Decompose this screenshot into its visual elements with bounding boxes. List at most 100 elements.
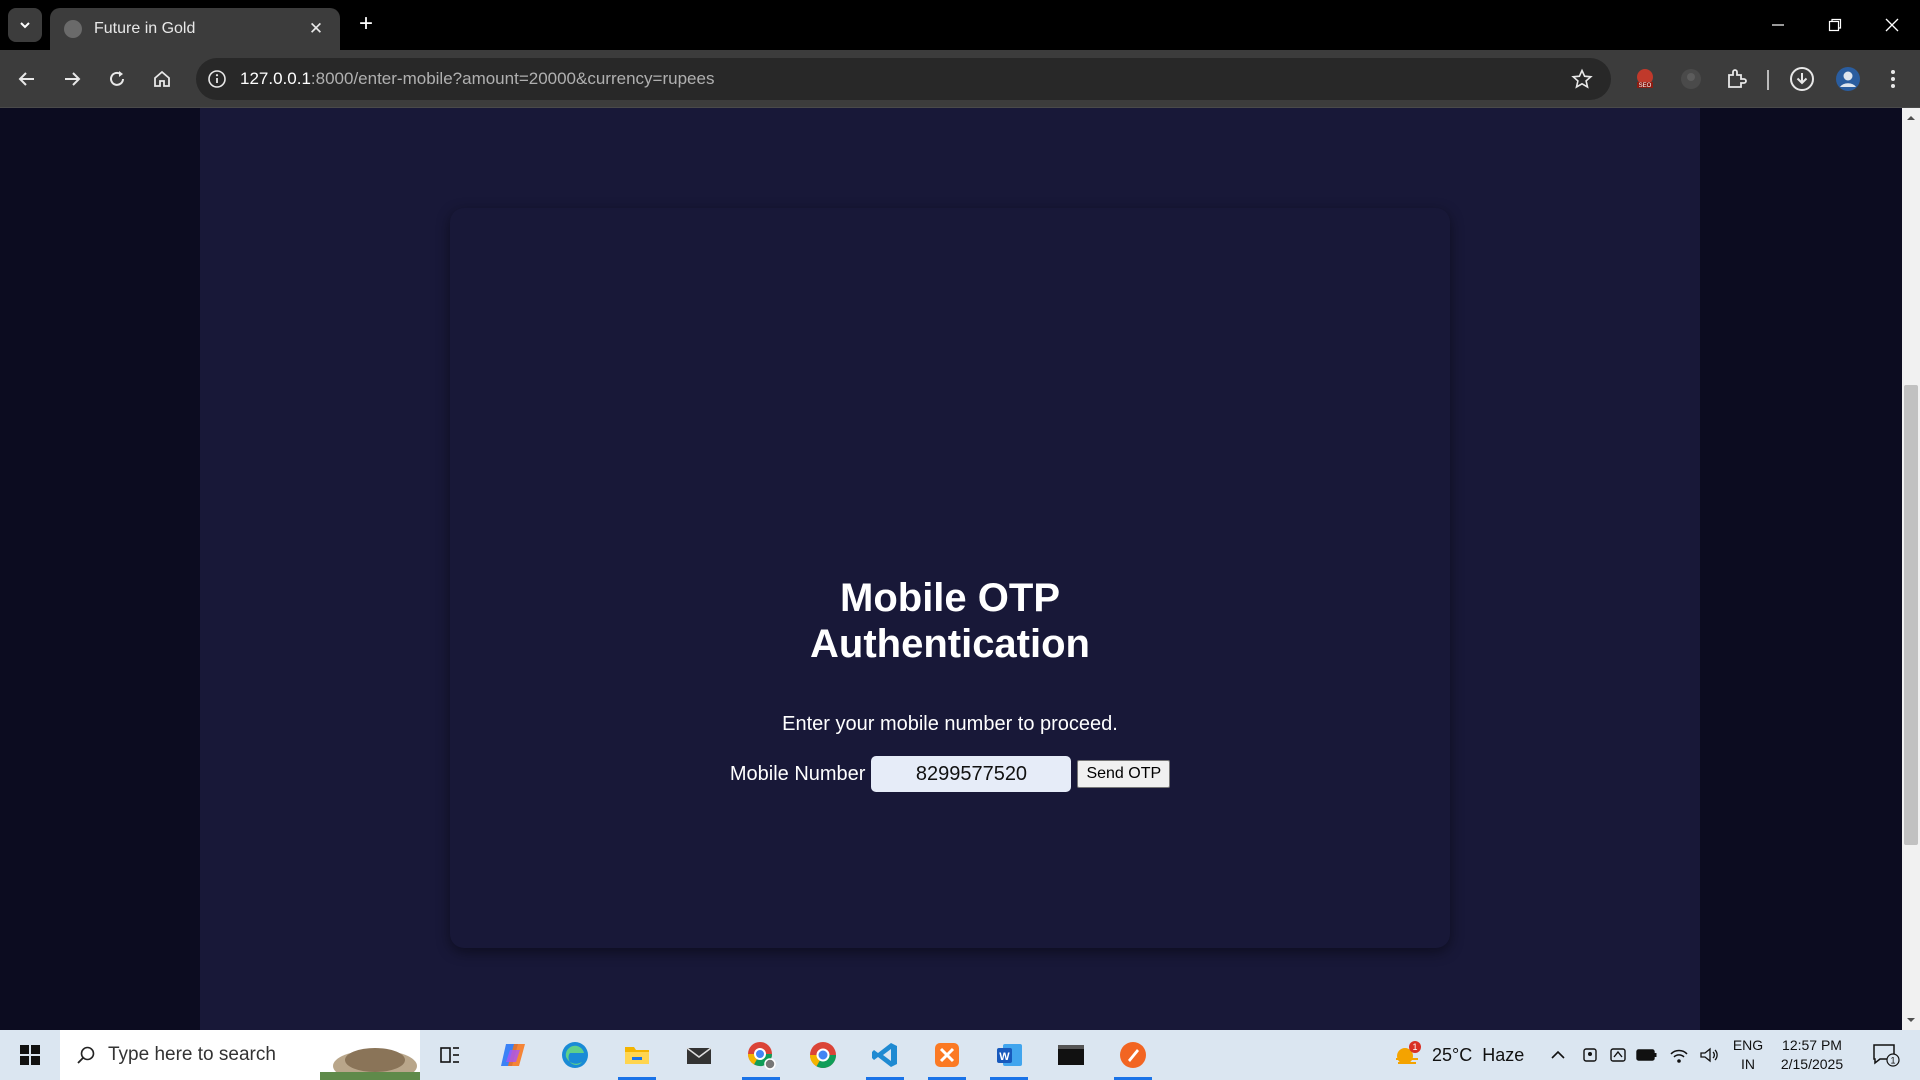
tab-search-icon [20,22,30,29]
send-otp-button[interactable]: Send OTP [1077,760,1171,788]
edge-icon [562,1042,588,1068]
search-placeholder: Type here to search [108,1044,276,1065]
copilot-button[interactable] [488,1035,538,1075]
windows-taskbar: Type here to search W 1 25°C Haze ENG IN… [0,1030,1920,1080]
region-code: IN [1741,1056,1755,1072]
copilot-icon [501,1044,525,1066]
vscode-button[interactable] [860,1035,910,1080]
info-icon[interactable] [206,68,228,90]
reload-button[interactable] [99,61,135,97]
start-button[interactable] [0,1030,60,1080]
weather-temp: 25°C [1432,1044,1473,1065]
otp-card: Mobile OTP Authentication Enter your mob… [450,208,1450,948]
clock-date: 2/15/2025 [1780,1056,1844,1072]
page-title: Mobile OTP Authentication [450,575,1450,667]
restore-button[interactable] [1806,0,1863,50]
close-icon[interactable]: ✕ [306,19,326,39]
back-icon [18,72,34,86]
page-viewport: Mobile OTP Authentication Enter your mob… [0,108,1902,1030]
download-icon[interactable] [1787,64,1817,94]
forward-icon [65,72,81,86]
home-button[interactable] [144,61,180,97]
terminal-icon [1058,1045,1084,1065]
network-badge-icon[interactable] [1606,1030,1630,1080]
window-controls [1749,0,1920,50]
terminal-button[interactable] [1046,1035,1096,1075]
page-title-line2: Authentication [810,622,1090,666]
svg-text:SEO: SEO [1639,83,1652,89]
chrome-profile-button[interactable] [736,1035,786,1080]
scrollbar-thumb[interactable] [1904,385,1918,845]
file-explorer-icon [625,1047,649,1064]
reload-icon [110,71,124,86]
star-icon[interactable] [1571,68,1593,90]
windows-start-icon [20,1045,40,1065]
language-code: ENG [1732,1037,1764,1053]
tab-favicon-icon [64,20,82,38]
sublime-icon [1120,1042,1146,1068]
forward-button[interactable] [54,61,90,97]
extensions-puzzle-icon[interactable] [1722,64,1752,94]
minimize-icon [1771,24,1784,26]
back-button[interactable] [9,61,45,97]
plus-icon[interactable]: + [352,10,380,38]
weather-widget[interactable]: 1 25°C Haze [1392,1030,1524,1080]
word-button[interactable]: W [984,1035,1034,1080]
mobile-form: Mobile Number Send OTP [450,756,1450,792]
kebab-menu-icon[interactable] [1878,64,1908,94]
restore-icon [1828,18,1841,32]
task-view-button[interactable] [425,1035,475,1075]
browser-toolbar: 127.0.0.1:8000/enter-mobile?amount=20000… [0,50,1920,108]
meet-icon[interactable] [1578,1030,1602,1080]
notification-icon: 1 [1873,1044,1900,1067]
taskbar-clock[interactable]: 12:57 PM 2/15/2025 [1772,1036,1852,1074]
avatar[interactable] [1833,64,1863,94]
url-host: 127.0.0.1 [240,69,311,88]
chrome-button[interactable] [798,1035,848,1075]
weather-badge: 1 [1412,1042,1417,1052]
xampp-icon [935,1043,959,1067]
notification-button[interactable]: 1 [1868,1038,1904,1072]
mail-icon [686,1047,712,1064]
chrome-icon [809,1042,837,1069]
language-indicator[interactable]: ENG IN [1730,1036,1766,1074]
search-highlight-art-icon [320,1048,420,1080]
active-tab[interactable]: Future in Gold ✕ [50,8,340,50]
page-title-line1: Mobile OTP [840,576,1060,620]
minimize-button[interactable] [1749,0,1806,50]
battery-icon[interactable] [1634,1030,1660,1080]
weather-icon: 1 [1396,1041,1421,1064]
vscode-icon [872,1043,897,1067]
close-icon [1885,18,1898,32]
word-icon: W [997,1044,1022,1066]
svg-text:W: W [999,1051,1010,1063]
chevron-up-icon[interactable] [1546,1030,1570,1080]
tab-title: Future in Gold [94,20,196,37]
page-container: Mobile OTP Authentication Enter your mob… [200,108,1700,1030]
address-bar[interactable]: 127.0.0.1:8000/enter-mobile?amount=20000… [196,58,1611,100]
mobile-number-input[interactable] [871,756,1072,792]
volume-icon[interactable] [1696,1030,1722,1080]
page-scrollbar[interactable] [1902,108,1920,1030]
seo-extension-icon[interactable]: SEO [1630,64,1660,94]
chrome-profile-icon [748,1042,776,1070]
scroll-down-arrow-icon[interactable] [1902,1012,1920,1028]
xampp-button[interactable] [922,1035,972,1080]
toolbar-divider [1767,70,1769,90]
scroll-up-arrow-icon[interactable] [1902,110,1920,126]
taskbar-search-box[interactable]: Type here to search [60,1030,420,1080]
edge-button[interactable] [550,1035,600,1075]
clock-time: 12:57 PM [1782,1037,1842,1053]
file-explorer-button[interactable] [612,1035,662,1080]
url-path: :8000/enter-mobile?amount=20000&currency… [310,69,715,88]
tab-search-button[interactable] [8,8,42,42]
profile-extension-icon[interactable] [1676,64,1706,94]
task-view-icon [440,1047,459,1063]
search-icon [77,1046,95,1064]
sublime-button[interactable] [1108,1035,1158,1080]
wifi-icon[interactable] [1666,1030,1692,1080]
weather-desc: Haze [1482,1044,1525,1065]
instruction-text: Enter your mobile number to proceed. [782,713,1118,735]
mail-button[interactable] [674,1035,724,1075]
close-window-button[interactable] [1863,0,1920,50]
